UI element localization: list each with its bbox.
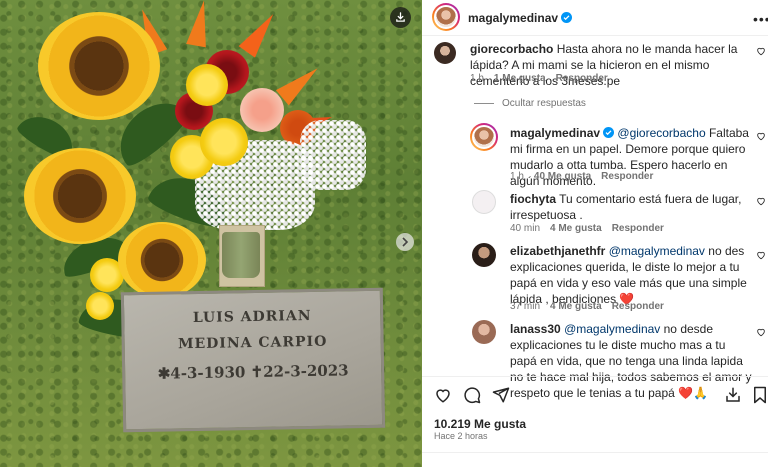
add-to-story-icon[interactable] (724, 386, 742, 404)
share-icon[interactable] (492, 386, 510, 404)
grave-plaque: LUIS ADRIAN MEDINA CARPIO ✱4-3-1930 ✝22-… (120, 287, 386, 433)
plaque-name-line2: MEDINA CARPIO (177, 333, 328, 353)
comment-username[interactable]: elizabethjanethfr (510, 244, 605, 258)
download-icon[interactable] (390, 7, 411, 28)
comment-username[interactable]: lanass30 (510, 322, 561, 336)
mention-link[interactable]: @magalymedinav (609, 244, 705, 258)
comment-likes[interactable]: 1 Me gusta (494, 73, 546, 84)
heart-icon[interactable] (756, 327, 766, 337)
post-photo[interactable]: LUIS ADRIAN MEDINA CARPIO ✱4-3-1930 ✝22-… (0, 0, 422, 467)
post-side-panel: magalymedinav ••• giorecorbacho Hasta ah… (422, 0, 768, 467)
action-bar (422, 376, 768, 416)
avatar[interactable] (472, 190, 496, 214)
comment-time: 40 min (510, 223, 541, 234)
lily (240, 88, 284, 132)
chrysanthemum (200, 118, 248, 166)
post-time: Hace 2 horas (434, 431, 488, 441)
sunflower (118, 222, 206, 298)
reply-button[interactable]: Responder (601, 171, 653, 182)
mention-link[interactable]: @magalymedinav (564, 322, 660, 336)
comment-time: 1 h (470, 73, 484, 84)
verified-badge-icon (561, 12, 573, 23)
sunflower (24, 148, 136, 244)
sunflower (38, 12, 160, 120)
avatar[interactable] (472, 320, 496, 344)
flower-vase (222, 232, 260, 278)
chrysanthemum (186, 64, 228, 106)
post-username[interactable]: magalymedinav (468, 11, 558, 25)
comment-time: 1 h (510, 171, 524, 182)
comment-meta: 37 min 4 Me gusta Responder (510, 301, 674, 312)
avatar[interactable] (470, 123, 498, 151)
comment-likes[interactable]: 4 Me gusta (550, 301, 602, 312)
heart-icon[interactable] (434, 386, 452, 404)
reply-button[interactable]: Responder (612, 223, 664, 234)
comment-username[interactable]: fiochyta (510, 192, 556, 206)
add-comment-area[interactable] (422, 452, 768, 467)
post-header: magalymedinav ••• (422, 0, 768, 36)
chrysanthemum (86, 292, 114, 320)
heart-icon[interactable] (756, 196, 766, 206)
comment-likes[interactable]: 40 Me gusta (534, 171, 591, 182)
avatar[interactable] (432, 3, 460, 31)
verified-badge-icon (603, 127, 615, 138)
comment-time: 37 min (510, 301, 541, 312)
reply-button[interactable]: Responder (556, 73, 608, 84)
plaque-name-line1: LUIS ADRIAN (192, 307, 312, 327)
comment-meta: 1 h 1 Me gusta Responder (470, 73, 618, 84)
reply-comment: elizabethjanethfr @magalymedinav no des … (510, 243, 754, 307)
heart-icon[interactable] (756, 250, 766, 260)
hide-replies-toggle[interactable]: Ocultar respuestas (474, 98, 586, 109)
next-arrow-icon[interactable] (396, 233, 414, 251)
comment-meta: 1 h 40 Me gusta Responder (510, 171, 663, 182)
babys-breath (300, 120, 366, 190)
avatar[interactable] (434, 42, 456, 64)
save-icon[interactable] (752, 386, 768, 404)
heart-icon[interactable] (756, 46, 766, 56)
comment-username[interactable]: giorecorbacho (470, 42, 553, 56)
heart-icon[interactable] (756, 131, 766, 141)
comment-icon[interactable] (463, 386, 481, 404)
reply-comment: fiochyta Tu comentario está fuera de lug… (510, 191, 754, 223)
likes-count[interactable]: 10.219 Me gusta (434, 417, 526, 431)
avatar[interactable] (472, 243, 496, 267)
hide-replies-label: Ocultar respuestas (502, 98, 586, 109)
comment-likes[interactable]: 4 Me gusta (550, 223, 602, 234)
plaque-dates: ✱4-3-1930 ✝22-3-2023 (157, 361, 349, 383)
more-options-icon[interactable]: ••• (753, 11, 768, 27)
comment-meta: 40 min 4 Me gusta Responder (510, 223, 674, 234)
comment-username[interactable]: magalymedinav (510, 126, 600, 140)
reply-button[interactable]: Responder (612, 301, 664, 312)
post-username-row: magalymedinav (468, 11, 573, 25)
mention-link[interactable]: @giorecorbacho (617, 126, 705, 140)
